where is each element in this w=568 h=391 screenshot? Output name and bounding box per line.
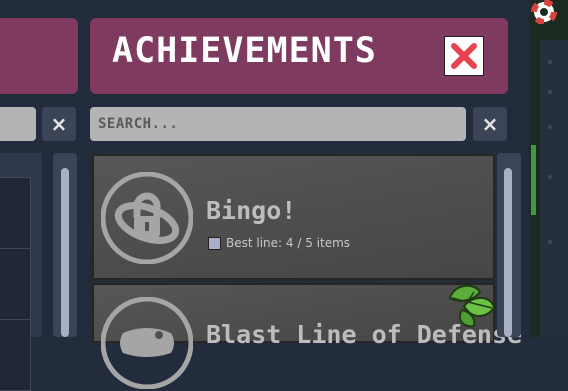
- search-placeholder: SEARCH...: [98, 116, 179, 132]
- achievement-progress: Best line: 4 / 5 items: [226, 236, 351, 250]
- left-list-row[interactable]: [0, 319, 31, 391]
- scrollbar-thumb[interactable]: [504, 168, 512, 337]
- decorative-dot: [548, 60, 552, 64]
- left-clear-search-button[interactable]: ×: [42, 107, 76, 141]
- orbit-lock-icon: [101, 172, 193, 264]
- left-scrollbar-thumb[interactable]: [61, 168, 69, 337]
- left-panel-header: [0, 18, 78, 94]
- lifebuoy-icon[interactable]: [531, 0, 557, 24]
- clear-search-button[interactable]: ×: [473, 107, 507, 141]
- left-search-input[interactable]: [0, 107, 36, 141]
- page-title: ACHIEVEMENTS: [112, 31, 377, 71]
- decorative-dot: [548, 90, 552, 94]
- achievement-name: Bingo!: [206, 196, 297, 225]
- gamepad-icon: [101, 297, 193, 389]
- progress-checkbox: [208, 237, 221, 250]
- close-icon: [451, 43, 477, 69]
- decorative-dot: [548, 175, 552, 179]
- left-list-row[interactable]: [0, 248, 31, 320]
- decorative-dot: [548, 125, 552, 129]
- close-button[interactable]: [444, 36, 484, 76]
- decorative-dot: [548, 240, 552, 244]
- leaf-badge-icon: [448, 284, 496, 328]
- right-edge-inner: [540, 40, 568, 337]
- left-list-row[interactable]: [0, 177, 31, 249]
- status-bar: [531, 145, 536, 215]
